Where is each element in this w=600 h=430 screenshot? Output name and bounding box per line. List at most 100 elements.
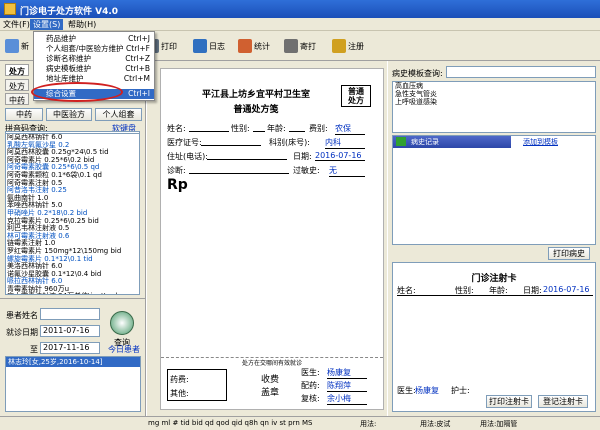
printer-icon: [284, 39, 298, 53]
menu-help[interactable]: 帮助(H): [68, 19, 96, 30]
menu-bar: 文件(F) 设置(S) 帮助(H): [0, 18, 600, 31]
rx-content-area[interactable]: [167, 197, 377, 349]
card-nurse-label: 护士:: [451, 386, 470, 395]
template-item[interactable]: 急性支气管炎: [393, 90, 595, 98]
med-id-line[interactable]: [201, 145, 261, 146]
template-item[interactable]: 高血压病: [393, 82, 595, 90]
new-button[interactable]: 新: [5, 36, 29, 56]
window-title: 门诊电子处方软件 V4.0: [20, 7, 119, 17]
pharmacist-label: 配药:: [301, 381, 320, 390]
status-usage: 用法:: [360, 420, 377, 428]
checker-name[interactable]: 余小梅: [327, 393, 367, 405]
title-bar: 门诊电子处方软件 V4.0: [0, 0, 600, 18]
herbal-recipe-button[interactable]: 中医验方: [46, 108, 92, 121]
pharmacist-name[interactable]: 陈翔萍: [327, 380, 367, 392]
print-history-button[interactable]: 打印病史: [548, 247, 590, 260]
menu-item-0[interactable]: 药品维护 Ctrl+J: [34, 34, 154, 44]
address-label: 住址(电话):: [167, 152, 208, 161]
footer-note: 处方在交哪间有效就诊: [241, 360, 302, 367]
allergy-label: 过敏史:: [293, 166, 320, 175]
menu-item-1[interactable]: 个人组套/中医验方维护 Ctrl+F: [34, 44, 154, 54]
doctor-label: 医生:: [301, 368, 320, 377]
log-icon: [193, 39, 207, 53]
register-card-button[interactable]: 登记注射卡: [538, 395, 588, 408]
dept-value[interactable]: 内科: [325, 137, 365, 149]
right-panel: 病史模板查询: 高血压病 急性支气管炎 上呼吸道感染 病史记录 添加到模板 打印病史…: [388, 61, 600, 416]
visit-date-to[interactable]: 2017-11-16: [40, 342, 100, 354]
clinic-name: 平江县上坊乡宜平村卫生室: [201, 90, 310, 100]
today-patients-button[interactable]: 今日患者: [108, 344, 140, 355]
tab-chinese[interactable]: 中药: [5, 93, 29, 105]
other-fee-label: 其他:: [170, 389, 189, 398]
name-line[interactable]: [189, 131, 229, 132]
address-line[interactable]: [207, 159, 287, 160]
patient-search-panel: 患者姓名 就诊日期 2011-07-16 至 2017-11-16 查询 今日患…: [0, 298, 146, 416]
prescription-paper: 平江县上坊乡宜平村卫生室 普通处方笺 普通 处方 姓名: 性别: 年龄: 费别: …: [160, 68, 384, 410]
drug-list-item[interactable]: 庆大霉素注射液 24万单位\ivgtt qd: [6, 293, 139, 294]
menu-item-3[interactable]: 病史模板维护 Ctrl+B: [34, 64, 154, 74]
menu-file[interactable]: 文件(F): [3, 19, 30, 30]
age-label: 年龄:: [267, 124, 286, 133]
seal-label: 盖章: [261, 388, 280, 398]
dept-label: 科别(床号):: [269, 138, 310, 147]
allergy-value[interactable]: 无: [329, 165, 365, 177]
menu-settings[interactable]: 设置(S): [30, 19, 64, 30]
checker-label: 复核:: [301, 394, 320, 403]
doctor-name[interactable]: 杨康复: [327, 367, 367, 379]
print-card-button[interactable]: 打印注射卡: [486, 395, 532, 408]
med-id-label: 医疗证号:: [167, 138, 202, 147]
tab-record-a[interactable]: 处方: [5, 79, 29, 91]
rx-type-badge: 普通 处方: [341, 85, 371, 107]
template-search-label: 病史模板查询:: [392, 69, 443, 78]
log-button[interactable]: 日志: [193, 36, 225, 56]
menu-item-2[interactable]: 诊断名称维护 Ctrl+Z: [34, 54, 154, 64]
personal-set-button[interactable]: 个人组套: [95, 108, 142, 121]
app-icon: [4, 3, 16, 15]
patient-name-label: 患者姓名: [6, 311, 38, 320]
status-bar: mg ml # tid bid qd qod qid q8h qn iv st …: [0, 416, 600, 430]
sex-label: 性别:: [231, 124, 250, 133]
card-title: 门诊注射卡: [471, 274, 517, 284]
patient-result-row[interactable]: 林志玲[女,25岁,2016-10-14]: [6, 357, 140, 367]
sex-line[interactable]: [253, 131, 265, 132]
history-band: 病史记录: [393, 136, 511, 148]
drug-fee-label: 药费:: [170, 375, 189, 384]
rx-date[interactable]: 2016-07-16: [315, 151, 365, 161]
add-to-template-link[interactable]: 添加到模板: [523, 137, 558, 147]
template-list[interactable]: 高血压病 急性支气管炎 上呼吸道感染: [392, 81, 596, 133]
charge-label: 收费: [261, 375, 280, 385]
template-item[interactable]: 上呼吸道感染: [393, 98, 595, 106]
drug-list[interactable]: 阿莫西林钠针 6.0 乳酸左氧氟沙星 0.2 阿莫西林胶囊 0.25g*24\0.5…: [5, 133, 140, 295]
visit-date-from[interactable]: 2011-07-16: [40, 325, 100, 337]
highlight-oval: [31, 82, 123, 102]
patient-name-input[interactable]: [40, 308, 100, 320]
archive-button[interactable]: 寄打: [284, 36, 316, 56]
fee-box: 药费: 其他:: [167, 369, 227, 401]
card-divider: [397, 295, 593, 296]
fee-label: 费别:: [309, 124, 328, 133]
status-add: 用法:加隔管: [480, 420, 518, 428]
stats-button[interactable]: 统计: [238, 36, 270, 56]
western-button[interactable]: 中药: [5, 108, 43, 121]
new-icon: [5, 39, 19, 53]
key-icon: [332, 39, 346, 53]
shortcut-strip[interactable]: mg ml # tid bid qd qod qid q8h qn iv st …: [148, 419, 312, 427]
age-line[interactable]: [289, 131, 305, 132]
form-title: 普通处方笺: [233, 105, 279, 115]
injection-card: 门诊注射卡 姓名: 性别: 年龄: 日期: 2016-07-16 医生: 杨康复…: [392, 262, 596, 412]
template-search-input[interactable]: [446, 66, 596, 78]
fee-type[interactable]: 农保: [335, 123, 365, 135]
status-skin-test: 用法:皮试: [420, 420, 451, 428]
history-area[interactable]: 病史记录 添加到模板: [392, 135, 596, 245]
card-date: 2016-07-16: [543, 285, 590, 294]
checkmark-icon: [396, 137, 406, 146]
diagnosis-line[interactable]: [189, 173, 289, 174]
register-button[interactable]: 注册: [332, 36, 364, 56]
tab-prescription[interactable]: 处方: [5, 64, 29, 76]
name-label: 姓名:: [167, 124, 186, 133]
card-doctor-label: 医生:: [397, 386, 416, 395]
to-label: 至: [30, 345, 38, 354]
patient-result-list[interactable]: 林志玲[女,25岁,2016-10-14]: [5, 356, 141, 412]
magnifier-icon[interactable]: [110, 311, 134, 335]
chart-icon: [238, 39, 252, 53]
